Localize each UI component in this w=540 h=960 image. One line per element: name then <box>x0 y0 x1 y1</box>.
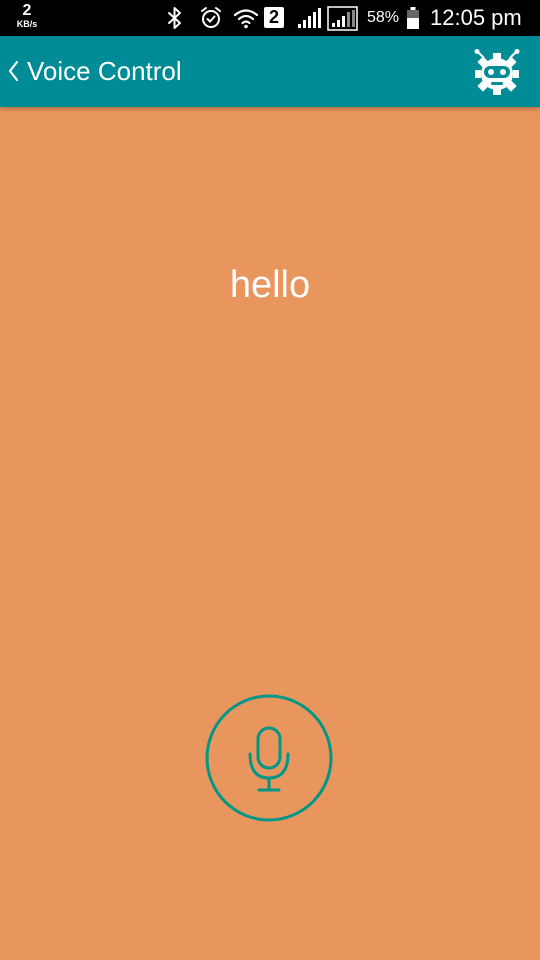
robot-gear-icon[interactable] <box>470 49 524 97</box>
network-speed-value: 2 <box>22 2 32 19</box>
microphone-button[interactable] <box>205 694 333 822</box>
recognized-speech-text: hello <box>229 264 311 306</box>
signal-icon <box>298 8 321 28</box>
battery-icon <box>407 7 419 29</box>
chevron-left-icon[interactable] <box>6 58 20 84</box>
wifi-icon <box>233 9 259 29</box>
network-speed-unit: KB/s <box>16 19 38 29</box>
status-bar: 2 KB/s 2 58% 12:05 pm <box>0 0 540 36</box>
microphone-icon <box>248 726 290 792</box>
page-title[interactable]: Voice Control <box>27 56 182 87</box>
network-speed-indicator: 2 KB/s <box>12 3 42 29</box>
status-clock: 12:05 pm <box>430 5 522 30</box>
alarm-icon <box>201 7 221 28</box>
bluetooth-icon <box>168 7 181 29</box>
signal-icon <box>327 6 358 31</box>
battery-percentage: 58% <box>367 9 400 26</box>
app-bar: Voice Control <box>0 36 540 107</box>
sim-2-icon: 2 <box>264 7 284 28</box>
